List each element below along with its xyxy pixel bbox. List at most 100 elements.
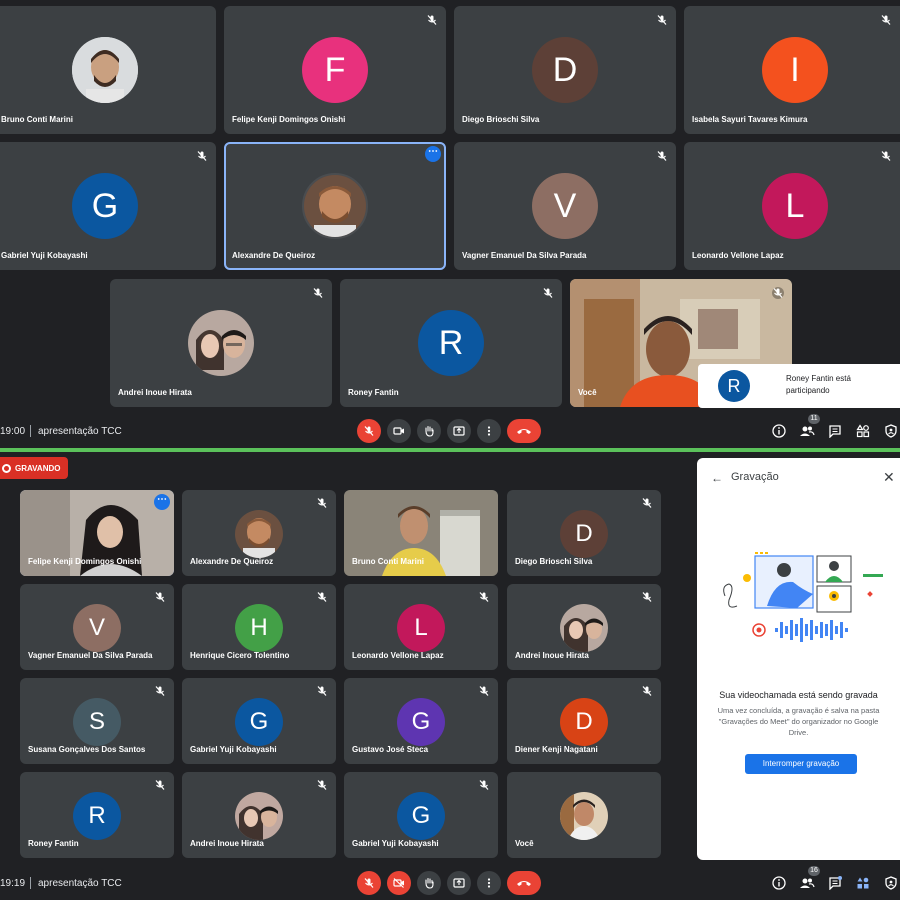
- people-icon[interactable]: [799, 423, 815, 439]
- chat-icon[interactable]: [827, 423, 843, 439]
- chat-icon[interactable]: [827, 875, 843, 891]
- participant-tile[interactable]: G Gustavo José Steca: [344, 678, 498, 764]
- host-controls-icon[interactable]: [883, 875, 899, 891]
- recording-illustration: [717, 550, 887, 646]
- more-options-icon: [487, 426, 491, 436]
- participant-tile[interactable]: Andrei Inoue Hirata: [110, 279, 332, 407]
- present-button[interactable]: [447, 419, 471, 443]
- meet-window-top: Bruno Conti Marini F Felipe Kenji Doming…: [0, 0, 900, 448]
- participant-tile[interactable]: Bruno Conti Marini: [0, 6, 216, 134]
- raise-hand-button[interactable]: [417, 871, 441, 895]
- camera-toggle-button[interactable]: [387, 871, 411, 895]
- info-icon[interactable]: [771, 875, 787, 891]
- end-call-button[interactable]: [507, 871, 541, 895]
- participant-tile[interactable]: G Gabriel Yuji Kobayashi: [182, 678, 336, 764]
- separator: [30, 877, 31, 889]
- stop-recording-button[interactable]: Interromper gravação: [745, 754, 857, 774]
- participant-tile[interactable]: G Gabriel Yuji Kobayashi: [344, 772, 498, 858]
- more-options-icon: [487, 878, 491, 888]
- participant-tile[interactable]: I Isabela Sayuri Tavares Kimura: [684, 6, 900, 134]
- more-options-icon[interactable]: ⋯: [425, 146, 441, 162]
- control-bar: 19:00 apresentação TCC 11: [0, 414, 900, 448]
- participant-tile-active[interactable]: ⋯ Felipe Kenji Domingos Onishi: [20, 490, 174, 576]
- meeting-time: 19:00: [0, 425, 26, 437]
- participant-tile[interactable]: Alexandre De Queiroz: [182, 490, 336, 576]
- participant-tile[interactable]: H Henrique Cicero Tolentino: [182, 584, 336, 670]
- participant-name: Gabriel Yuji Kobayashi: [1, 251, 88, 260]
- mic-toggle-button[interactable]: [357, 419, 381, 443]
- more-options-button[interactable]: [477, 419, 501, 443]
- people-count-badge: 11: [808, 414, 820, 424]
- participant-tile[interactable]: D Diego Brioschi Silva: [454, 6, 676, 134]
- activities-icon[interactable]: [855, 423, 871, 439]
- participant-tile[interactable]: V Vagner Emanuel Da Silva Parada: [454, 142, 676, 270]
- people-icon[interactable]: [799, 875, 815, 891]
- activities-icon[interactable]: [855, 875, 871, 891]
- participant-tile[interactable]: F Felipe Kenji Domingos Onishi: [224, 6, 446, 134]
- participant-tile-self[interactable]: Você: [507, 772, 661, 858]
- participant-tile[interactable]: D Diego Brioschi Silva: [507, 490, 661, 576]
- back-arrow-icon[interactable]: ←: [711, 471, 723, 485]
- participant-avatar: D: [560, 510, 608, 558]
- participant-name: Você: [578, 388, 597, 397]
- mic-off-icon: [478, 590, 490, 602]
- mic-off-icon: [542, 286, 554, 298]
- camera-toggle-button[interactable]: [387, 419, 411, 443]
- participant-name: Andrei Inoue Hirata: [118, 388, 192, 397]
- participant-photo: [235, 792, 283, 840]
- participant-tile[interactable]: V Vagner Emanuel Da Silva Parada: [20, 584, 174, 670]
- participant-avatar: G: [235, 698, 283, 746]
- raise-hand-button[interactable]: [417, 419, 441, 443]
- participant-tile[interactable]: Andrei Inoue Hirata: [507, 584, 661, 670]
- participant-tile-active[interactable]: ⋯ Alexandre De Queiroz: [224, 142, 446, 270]
- participant-tile[interactable]: L Leonardo Vellone Lapaz: [344, 584, 498, 670]
- mic-off-icon: [316, 496, 328, 508]
- end-call-icon: [517, 429, 531, 434]
- participant-name: Leonardo Vellone Lapaz: [692, 251, 784, 260]
- participant-avatar: H: [235, 604, 283, 652]
- info-icon[interactable]: [771, 423, 787, 439]
- separator: [30, 425, 31, 437]
- mic-off-icon: [312, 286, 324, 298]
- participant-tile[interactable]: R Roney Fantin: [340, 279, 562, 407]
- participant-name: Gabriel Yuji Kobayashi: [352, 839, 439, 848]
- participant-avatar: R: [73, 792, 121, 840]
- participant-avatar: G: [397, 792, 445, 840]
- participant-avatar: D: [560, 698, 608, 746]
- participant-name: Bruno Conti Marini: [1, 115, 73, 124]
- present-button[interactable]: [447, 871, 471, 895]
- mic-toggle-button[interactable]: [357, 871, 381, 895]
- mic-off-icon: [364, 878, 374, 888]
- participant-name: Alexandre De Queiroz: [232, 251, 316, 260]
- present-icon: [453, 878, 465, 888]
- participant-tile[interactable]: Andrei Inoue Hirata: [182, 772, 336, 858]
- participant-name: Roney Fantin: [348, 388, 399, 397]
- meeting-name: apresentação TCC: [38, 877, 122, 889]
- participant-tile[interactable]: Bruno Conti Marini: [344, 490, 498, 576]
- participant-name: Susana Gonçalves Dos Santos: [28, 745, 146, 754]
- people-count-badge: 16: [808, 866, 820, 876]
- close-icon[interactable]: ✕: [883, 469, 895, 486]
- meeting-name: apresentação TCC: [38, 425, 122, 437]
- participant-tile[interactable]: L Leonardo Vellone Lapaz: [684, 142, 900, 270]
- participant-tile[interactable]: D Diener Kenji Nagatani: [507, 678, 661, 764]
- host-controls-icon[interactable]: [883, 423, 899, 439]
- participant-name: Vagner Emanuel Da Silva Parada: [462, 251, 587, 260]
- participant-avatar: F: [302, 37, 368, 103]
- recording-indicator: GRAVANDO: [0, 457, 69, 479]
- camera-off-icon: [393, 878, 404, 888]
- meeting-time: 19:19: [0, 877, 26, 889]
- participant-tile[interactable]: G Gabriel Yuji Kobayashi: [0, 142, 216, 270]
- mic-off-icon: [154, 590, 166, 602]
- participant-tile[interactable]: R Roney Fantin: [20, 772, 174, 858]
- participant-name: Felipe Kenji Domingos Onishi: [28, 557, 142, 566]
- panel-title: Gravação: [731, 471, 779, 483]
- meet-window-bottom: GRAVANDO ⋯ Felipe Kenji Domingos Onishi …: [0, 452, 900, 900]
- end-call-button[interactable]: [507, 419, 541, 443]
- more-options-button[interactable]: [477, 871, 501, 895]
- more-options-icon[interactable]: ⋯: [154, 494, 170, 510]
- participant-photo: [72, 37, 138, 103]
- participant-tile[interactable]: S Susana Gonçalves Dos Santos: [20, 678, 174, 764]
- participant-name: Andrei Inoue Hirata: [190, 839, 264, 848]
- participant-name: Isabela Sayuri Tavares Kimura: [692, 115, 808, 124]
